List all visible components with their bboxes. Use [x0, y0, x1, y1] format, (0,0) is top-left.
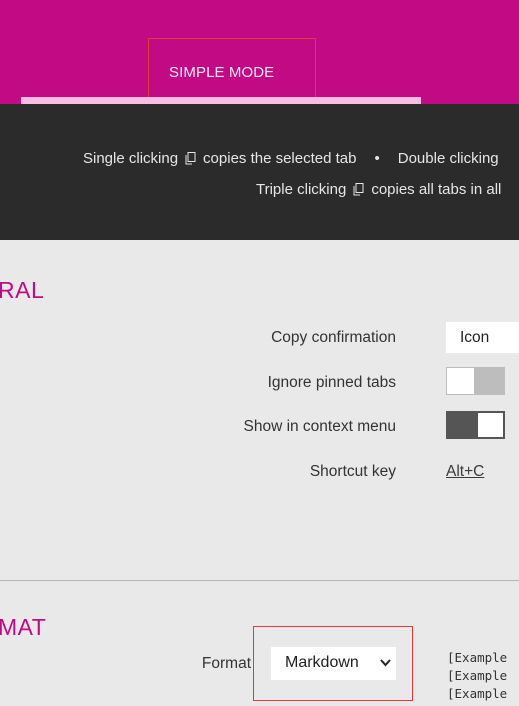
copy-icon	[353, 183, 364, 196]
ignore-pinned-tabs-toggle[interactable]	[446, 367, 505, 395]
tab-simple-mode-label[interactable]: SIMPLE MODE	[169, 64, 274, 81]
format-label: Format	[201, 655, 251, 672]
preview-line: [Example	[447, 650, 508, 665]
double-click-text: Double clicking	[397, 150, 499, 167]
toggle-knob	[447, 368, 474, 394]
header-bar: SIMPLE MODE	[0, 0, 519, 125]
instructions-line-1: Single clicking copies the selected tab • D…	[83, 150, 499, 167]
copy-confirmation-select[interactable]: Icon	[446, 322, 519, 353]
options-page: SIMPLE MODE Single clicking copies the se…	[0, 0, 519, 706]
format-select-value: Markdown	[285, 654, 359, 671]
single-click-text: Single clicking	[83, 150, 179, 167]
copy-confirmation-value: Icon	[460, 329, 490, 346]
single-click-desc: copies the selected tab	[203, 150, 357, 167]
format-section-title: MAT	[0, 614, 47, 640]
toggle-knob	[478, 413, 503, 437]
bullet-separator: •	[374, 150, 380, 167]
copy-confirmation-label: Copy confirmation	[271, 329, 396, 346]
copy-icon	[185, 152, 196, 165]
format-preview: [Example [Example [Example	[447, 649, 507, 703]
show-in-context-menu-label: Show in context menu	[243, 418, 396, 435]
ignore-pinned-tabs-label: Ignore pinned tabs	[267, 374, 396, 391]
section-divider	[0, 580, 519, 581]
triple-click-text: Triple clicking	[256, 181, 347, 198]
format-select[interactable]: Markdown	[271, 647, 396, 680]
shortcut-key-label: Shortcut key	[309, 463, 396, 480]
instructions-line-2: Triple clicking copies all tabs in all	[256, 181, 501, 198]
instructions-band: Single clicking copies the selected tab • D…	[0, 104, 519, 240]
show-in-context-menu-toggle[interactable]	[446, 411, 505, 439]
general-section-title: RAL	[0, 277, 45, 303]
chevron-down-icon	[380, 659, 391, 667]
preview-line: [Example	[447, 686, 508, 701]
preview-line: [Example	[447, 668, 508, 683]
shortcut-key-link[interactable]: Alt+C	[446, 463, 484, 481]
triple-click-desc: copies all tabs in all	[371, 181, 502, 198]
active-tab-indicator	[21, 97, 421, 104]
